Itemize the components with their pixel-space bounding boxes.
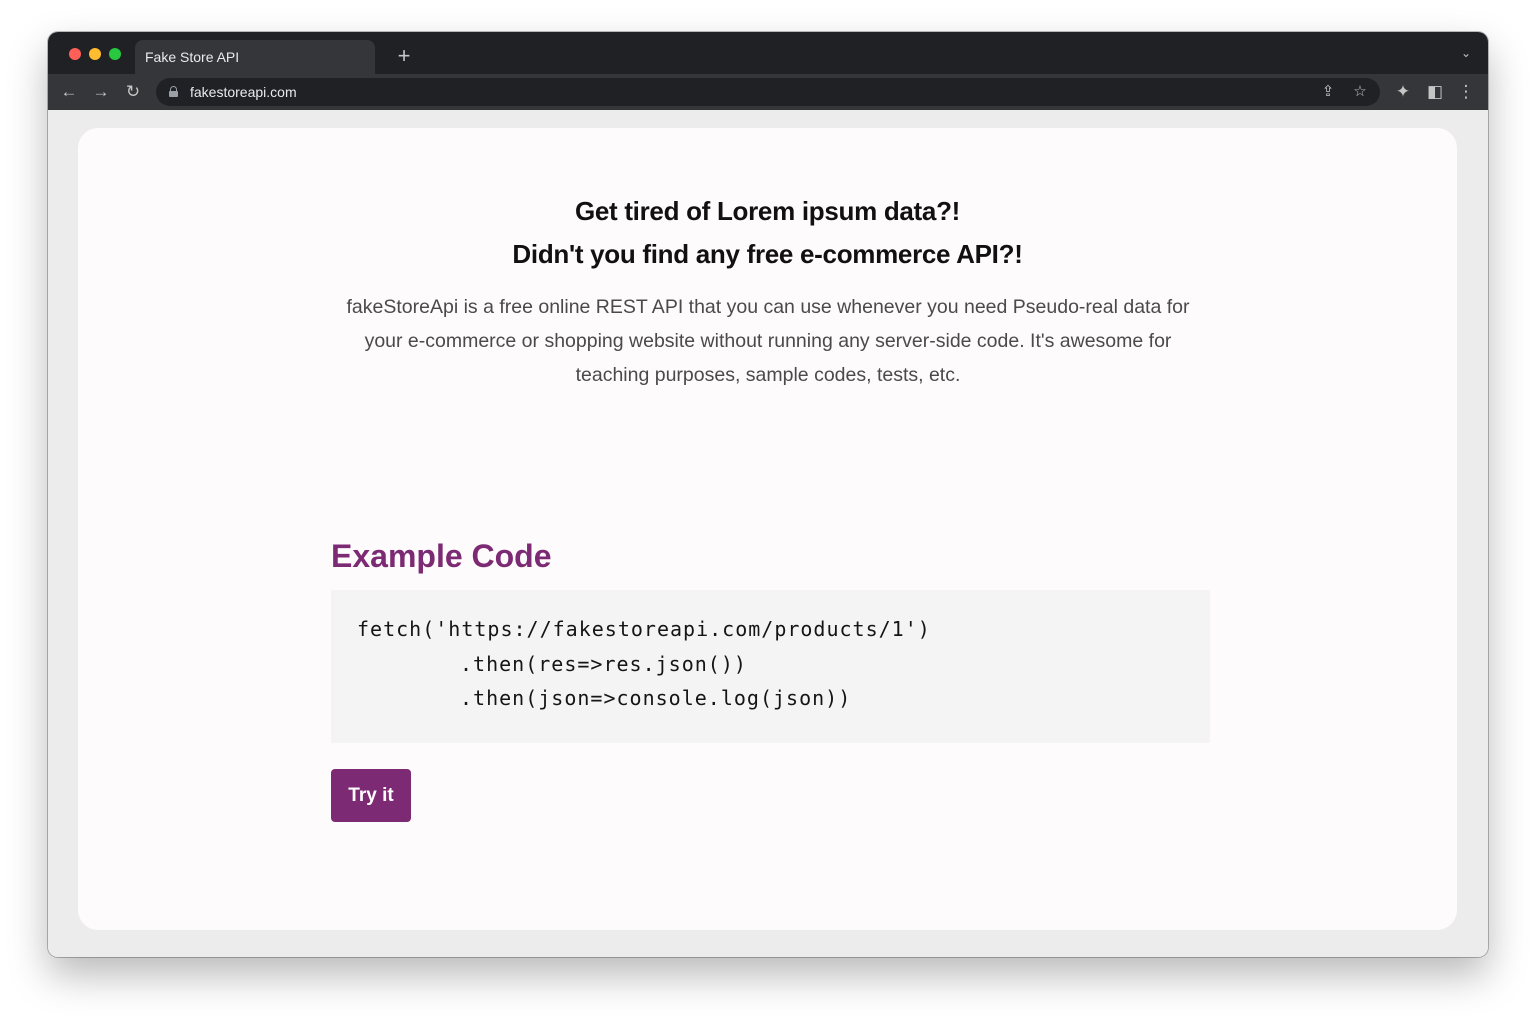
address-bar[interactable]: fakestoreapi.com ⇪ ☆ [156, 78, 1380, 106]
hero-description: fakeStoreApi is a free online REST API t… [346, 296, 1190, 386]
extensions-icon[interactable]: ✦ [1391, 80, 1415, 104]
tab-fake-store-api[interactable]: Fake Store API [135, 40, 375, 74]
reload-icon[interactable]: ↻ [121, 80, 145, 104]
code-line: .then(json=>console.log(json)) [460, 686, 852, 710]
new-tab-button[interactable]: + [393, 43, 415, 69]
tab-title: Fake Store API [145, 49, 240, 65]
bookmark-star-icon[interactable]: ☆ [1348, 80, 1372, 104]
example-code-heading: Example Code [331, 538, 552, 574]
browser-toolbar: ← → ↻ fakestoreapi.com ⇪ ☆ ✦ ◧ ⋮ [48, 74, 1488, 110]
side-panel-icon[interactable]: ◧ [1423, 80, 1447, 104]
url-text[interactable]: fakestoreapi.com [190, 78, 297, 106]
hero-card: Get tired of Lorem ipsum data?! Didn't y… [78, 128, 1457, 930]
code-line: .then(res=>res.json()) [460, 651, 747, 676]
minimize-window-button[interactable] [89, 48, 101, 60]
close-window-button[interactable] [69, 48, 81, 60]
zoom-window-button[interactable] [109, 48, 121, 60]
back-icon[interactable]: ← [57, 80, 81, 104]
hero-title-line1: Get tired of Lorem ipsum data?! [574, 196, 961, 226]
lock-icon[interactable] [169, 86, 178, 97]
code-block: fetch('https://fakestoreapi.com/products… [331, 590, 1210, 743]
code-line: fetch('https://fakestoreapi.com/products… [357, 617, 931, 641]
page-viewport: Get tired of Lorem ipsum data?! Didn't y… [48, 110, 1488, 957]
browser-window: Fake Store API + ⌄ ← → ↻ fakestoreapi.co… [48, 32, 1488, 957]
share-icon[interactable]: ⇪ [1316, 80, 1340, 104]
forward-icon[interactable]: → [89, 80, 113, 104]
tab-strip: Fake Store API + ⌄ [48, 32, 1488, 74]
try-it-button[interactable]: Try it [331, 769, 411, 822]
tab-search-button[interactable]: ⌄ [1458, 45, 1474, 61]
hero-title-line2: Didn't you find any free e-commerce API?… [512, 239, 1023, 269]
browser-menu-icon[interactable]: ⋮ [1454, 80, 1478, 104]
